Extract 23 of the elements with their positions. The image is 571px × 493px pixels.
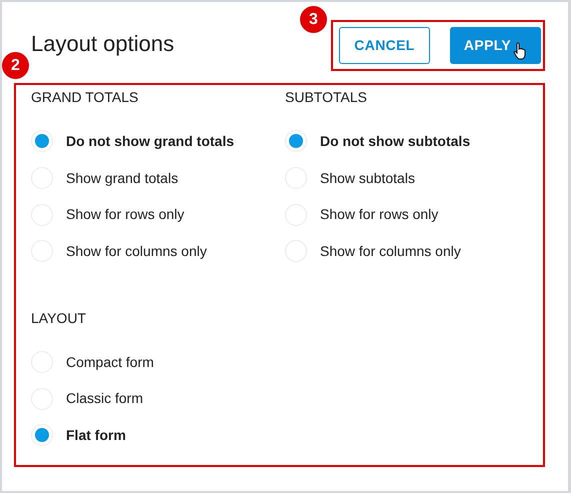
option-label: Show for columns only bbox=[320, 242, 461, 261]
option-label: Show for rows only bbox=[66, 205, 184, 224]
section-heading: LAYOUT bbox=[31, 308, 87, 328]
option-label: Show for columns only bbox=[66, 242, 207, 261]
option-label: Show subtotals bbox=[320, 168, 415, 188]
section-heading: GRAND TOTALS bbox=[31, 88, 140, 107]
cancel-button[interactable]: CANCEL bbox=[339, 27, 430, 64]
callout-badge: 2 bbox=[2, 52, 29, 79]
option-label: Flat form bbox=[66, 426, 126, 445]
radio-button[interactable] bbox=[31, 424, 53, 446]
section-heading: SUBTOTALS bbox=[285, 88, 368, 107]
radio-button[interactable] bbox=[31, 130, 53, 152]
option-label: Show for rows only bbox=[320, 205, 438, 224]
option-label: Classic form bbox=[66, 389, 144, 408]
hand-pointer-icon bbox=[513, 42, 528, 60]
apply-button[interactable]: APPLY bbox=[450, 27, 541, 64]
radio-button[interactable] bbox=[285, 130, 307, 152]
dialog-title: Layout options bbox=[31, 30, 174, 58]
option-label: Show grand totals bbox=[66, 168, 178, 188]
option-label: Compact form bbox=[66, 352, 154, 372]
callout-badge: 3 bbox=[300, 6, 327, 33]
option-label: Do not show subtotals bbox=[320, 132, 470, 151]
option-label: Do not show grand totals bbox=[66, 132, 234, 151]
